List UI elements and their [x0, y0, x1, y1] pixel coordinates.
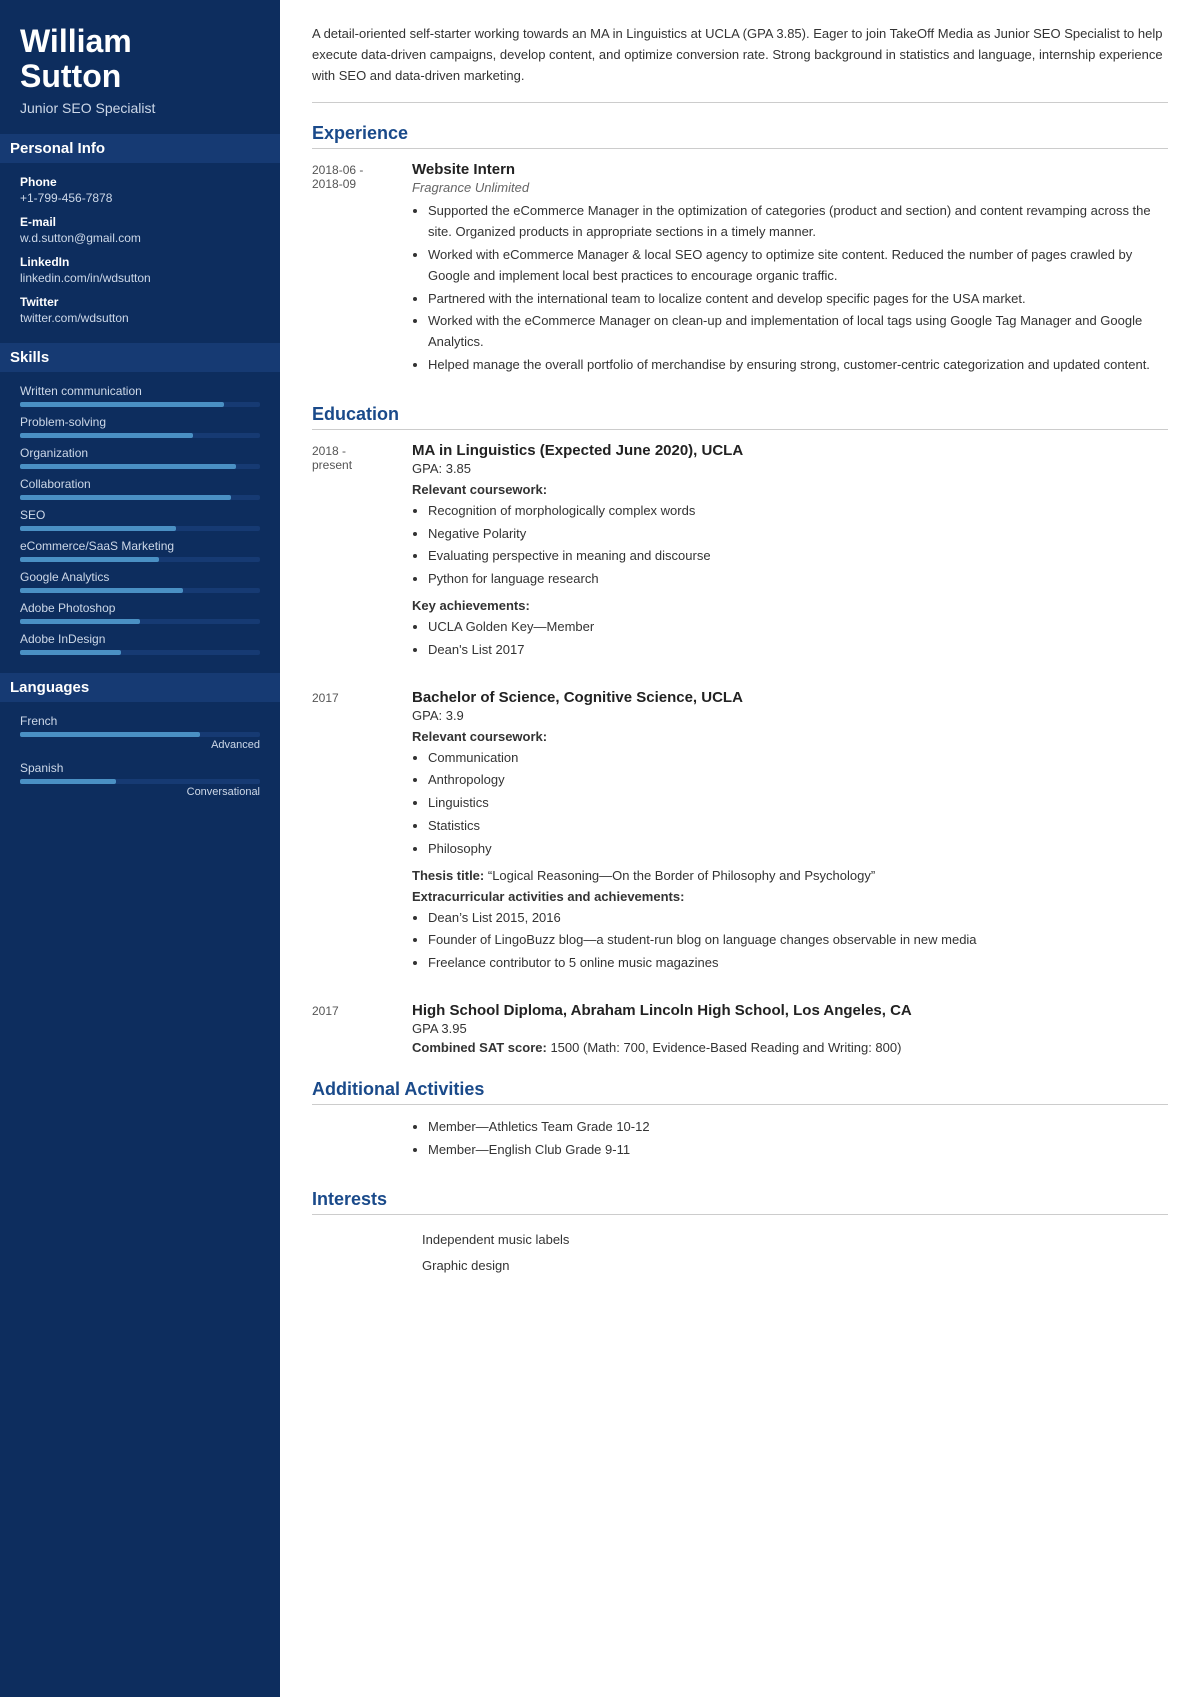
additional-list: Member—Athletics Team Grade 10-12Member—… — [412, 1117, 1168, 1161]
skills-section-title: Skills — [0, 343, 280, 372]
skill-item: Organization — [20, 446, 260, 469]
skills-list: Written communication Problem-solving Or… — [20, 384, 260, 655]
education-entry: 2017 Bachelor of Science, Cognitive Scie… — [312, 689, 1168, 982]
sidebar: WilliamSutton Junior SEO Specialist Pers… — [0, 0, 280, 1697]
experience-list: 2018-06 - 2018-09 Website Intern Fragran… — [312, 161, 1168, 383]
language-item: Spanish Conversational — [20, 761, 260, 798]
experience-section-title: Experience — [312, 123, 1168, 149]
education-list: 2018 - present MA in Linguistics (Expect… — [312, 442, 1168, 1059]
personal-info-phone: Phone +1-799-456-7878 — [20, 175, 260, 205]
education-entry: 2018 - present MA in Linguistics (Expect… — [312, 442, 1168, 669]
interests-list: Independent music labelsGraphic design — [422, 1227, 1168, 1279]
language-item: French Advanced — [20, 714, 260, 751]
additional-entry: Member—Athletics Team Grade 10-12Member—… — [312, 1117, 1168, 1169]
main-content: A detail-oriented self-starter working t… — [280, 0, 1200, 1697]
skill-item: Adobe Photoshop — [20, 601, 260, 624]
skill-item: Adobe InDesign — [20, 632, 260, 655]
interests-section-title: Interests — [312, 1189, 1168, 1215]
additional-section-title: Additional Activities — [312, 1079, 1168, 1105]
languages-section-title: Languages — [0, 673, 280, 702]
personal-info-section-title: Personal Info — [0, 134, 280, 163]
personal-info-linkedin: LinkedIn linkedin.com/in/wdsutton — [20, 255, 260, 285]
experience-entry: 2018-06 - 2018-09 Website Intern Fragran… — [312, 161, 1168, 383]
education-section-title: Education — [312, 404, 1168, 430]
skill-item: eCommerce/SaaS Marketing — [20, 539, 260, 562]
personal-info-twitter: Twitter twitter.com/wdsutton — [20, 295, 260, 325]
skill-item: Problem-solving — [20, 415, 260, 438]
candidate-title: Junior SEO Specialist — [20, 100, 260, 116]
skill-item: Collaboration — [20, 477, 260, 500]
candidate-name: WilliamSutton — [20, 24, 260, 94]
skill-item: Written communication — [20, 384, 260, 407]
languages-list: French Advanced Spanish Conversational — [20, 714, 260, 798]
personal-info-email: E-mail w.d.sutton@gmail.com — [20, 215, 260, 245]
summary: A detail-oriented self-starter working t… — [312, 24, 1168, 103]
skill-item: Google Analytics — [20, 570, 260, 593]
education-entry: 2017 High School Diploma, Abraham Lincol… — [312, 1002, 1168, 1059]
skill-item: SEO — [20, 508, 260, 531]
